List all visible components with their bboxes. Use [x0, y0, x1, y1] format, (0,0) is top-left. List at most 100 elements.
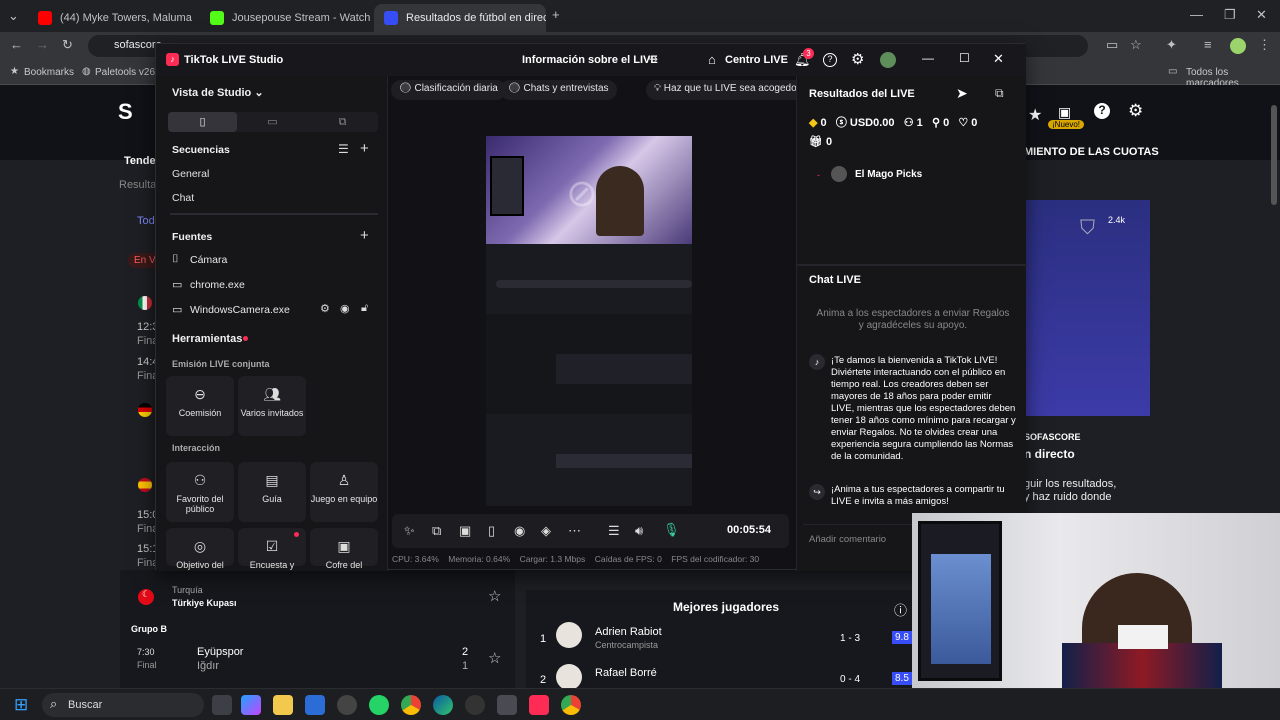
team-game-tile[interactable]: ♙ Juego en equipo: [310, 462, 378, 522]
away-team[interactable]: Iğdır: [197, 660, 219, 672]
video-icon[interactable]: ▣: [1058, 104, 1071, 121]
comment-input[interactable]: Añadir comentario: [809, 534, 886, 545]
whatsapp-icon[interactable]: [369, 695, 389, 715]
layout-icon[interactable]: ⧉: [432, 523, 441, 539]
multi-guest-tile[interactable]: 👥︎ Varios invitados: [238, 376, 306, 436]
profile-icon[interactable]: [1230, 38, 1246, 54]
windows-start-icon[interactable]: ⊞: [14, 695, 28, 715]
star-icon[interactable]: ★: [1028, 105, 1042, 125]
horizontal-layout-icon[interactable]: ▭: [238, 112, 307, 132]
back-icon[interactable]: ←: [10, 37, 23, 52]
file-explorer-icon[interactable]: [273, 695, 293, 715]
tab-all[interactable]: Tod: [137, 215, 155, 227]
bookmark-item[interactable]: Paletools v26.0: [95, 67, 163, 78]
popout-icon[interactable]: ⧉: [995, 86, 1004, 101]
minimize-icon[interactable]: —: [1190, 7, 1203, 22]
tab-list-icon[interactable]: ⌄: [8, 8, 19, 24]
settings-icon[interactable]: ⚙: [320, 302, 330, 315]
cast-icon[interactable]: ▭: [1106, 37, 1118, 53]
chats-pill[interactable]: 🟡︎ Chats y entrevistas: [500, 80, 617, 100]
cpu: CPU: 3.64%: [392, 554, 439, 564]
bookmark-item[interactable]: Bookmarks: [24, 67, 74, 78]
tile-label: Favorito del público: [176, 494, 224, 514]
tab-youtube[interactable]: (44) Myke Towers, Maluma ✕: [28, 4, 198, 32]
star-icon[interactable]: ☆: [488, 649, 501, 667]
source-item[interactable]: Cámara: [190, 254, 227, 266]
eye-icon[interactable]: ◉: [340, 302, 350, 315]
close-window-icon[interactable]: ✕: [1256, 7, 1267, 23]
list-icon[interactable]: ☰: [338, 142, 349, 156]
person: [596, 166, 644, 236]
effects-icon[interactable]: ◈: [541, 523, 551, 539]
settings-icon[interactable]: ⚙: [851, 50, 864, 68]
info-icon[interactable]: ⓘ: [894, 600, 907, 619]
live-center-button[interactable]: Centro LIVE: [725, 54, 788, 66]
vertical-layout-icon[interactable]: ▯: [168, 112, 237, 132]
sliders-icon[interactable]: ☰: [608, 523, 620, 539]
add-icon[interactable]: +: [360, 140, 369, 157]
edge-icon[interactable]: [433, 695, 453, 715]
taskbar: ⊞ ⌕ Buscar: [0, 688, 1280, 720]
guide-tile[interactable]: ▤ Guía: [238, 462, 306, 522]
chest-tile[interactable]: ▣ Cofre del: [310, 528, 378, 570]
tab-kick[interactable]: Jousepouse Stream - Watch Liv ✕: [200, 4, 370, 32]
results-stats: ◆ 0 ⓢ USD0.00 ⚇ 1 ⚲ 0 ♡ 0: [809, 114, 1019, 130]
star-icon[interactable]: ☆: [488, 587, 501, 605]
menu-icon[interactable]: ≡: [1204, 37, 1212, 52]
share-icon[interactable]: ↪: [648, 52, 658, 66]
cohost-tile[interactable]: ⊖ Coemisión: [166, 376, 234, 436]
goal-tile[interactable]: ◎ Objetivo del: [166, 528, 234, 570]
more-icon[interactable]: ⋯: [568, 523, 581, 539]
settings-icon[interactable]: ⚙: [1128, 101, 1143, 121]
star-icon[interactable]: ☆: [1130, 37, 1142, 53]
forward-icon[interactable]: →: [36, 37, 49, 52]
phone-icon[interactable]: ▯: [488, 523, 495, 539]
reload-icon[interactable]: ↻: [62, 37, 73, 53]
home-team[interactable]: Eyüpspor: [197, 646, 243, 658]
screen-icon[interactable]: ▣: [459, 523, 471, 539]
tiktok-studio-icon[interactable]: [529, 695, 549, 715]
stream-preview[interactable]: ⊘: [486, 136, 692, 506]
player-name[interactable]: Adrien Rabiot: [595, 626, 662, 638]
live-info-button[interactable]: Información sobre el LIVE: [522, 54, 658, 66]
avatar[interactable]: [880, 52, 896, 68]
new-tab-icon[interactable]: +: [552, 7, 560, 22]
viewer-name[interactable]: El Mago Picks: [855, 169, 922, 180]
audience-fav-tile[interactable]: ⚇ Favorito del público: [166, 462, 234, 522]
extensions-icon[interactable]: ✦: [1166, 37, 1177, 53]
source-item[interactable]: WindowsCamera.exe: [190, 304, 290, 316]
chrome-icon[interactable]: [401, 695, 421, 715]
sequence-item[interactable]: Chat: [172, 192, 194, 204]
copilot-icon[interactable]: [241, 695, 261, 715]
restore-icon[interactable]: ❐: [1224, 7, 1236, 23]
store-icon[interactable]: [305, 695, 325, 715]
speaker-icon[interactable]: 🔊︎: [635, 523, 643, 539]
cozy-live-pill[interactable]: 💡︎ Haz que tu LIVE sea acogedor: [646, 80, 808, 100]
chrome-icon[interactable]: [561, 695, 581, 715]
help-icon[interactable]: ?: [823, 53, 837, 67]
dual-layout-icon[interactable]: ⧉: [308, 112, 377, 132]
magic-icon[interactable]: ✨︎: [404, 523, 415, 539]
record-icon[interactable]: ◉: [514, 523, 525, 539]
competition[interactable]: Türkiye Kupası: [172, 598, 237, 608]
player-name[interactable]: Rafael Borré: [595, 667, 657, 679]
maximize-icon[interactable]: ☐: [959, 51, 970, 65]
close-icon[interactable]: ✕: [993, 51, 1004, 67]
daily-ranking-pill[interactable]: 🟡︎ Clasificación diaria: [391, 80, 506, 100]
task-view-icon[interactable]: [212, 695, 232, 715]
more-icon[interactable]: ⋮: [1258, 37, 1271, 53]
studio-view-dropdown[interactable]: Vista de Studio ⌄: [172, 86, 264, 99]
lock-icon[interactable]: 🔓︎: [361, 302, 368, 315]
scrollbar[interactable]: [1271, 105, 1277, 205]
app-icon[interactable]: [337, 695, 357, 715]
camera-icon[interactable]: [497, 695, 517, 715]
sequence-item[interactable]: General: [172, 168, 209, 180]
source-item[interactable]: chrome.exe: [190, 279, 245, 291]
app-icon[interactable]: [465, 695, 485, 715]
add-icon[interactable]: +: [360, 227, 369, 244]
help-icon[interactable]: ?: [1094, 103, 1110, 119]
minimize-icon[interactable]: —: [922, 51, 934, 65]
taskbar-search[interactable]: ⌕ Buscar: [42, 693, 204, 717]
mic-icon[interactable]: 🎙︎: [663, 522, 680, 538]
tab-sofascore[interactable]: Resultados de fútbol en directo ✕: [374, 4, 546, 32]
